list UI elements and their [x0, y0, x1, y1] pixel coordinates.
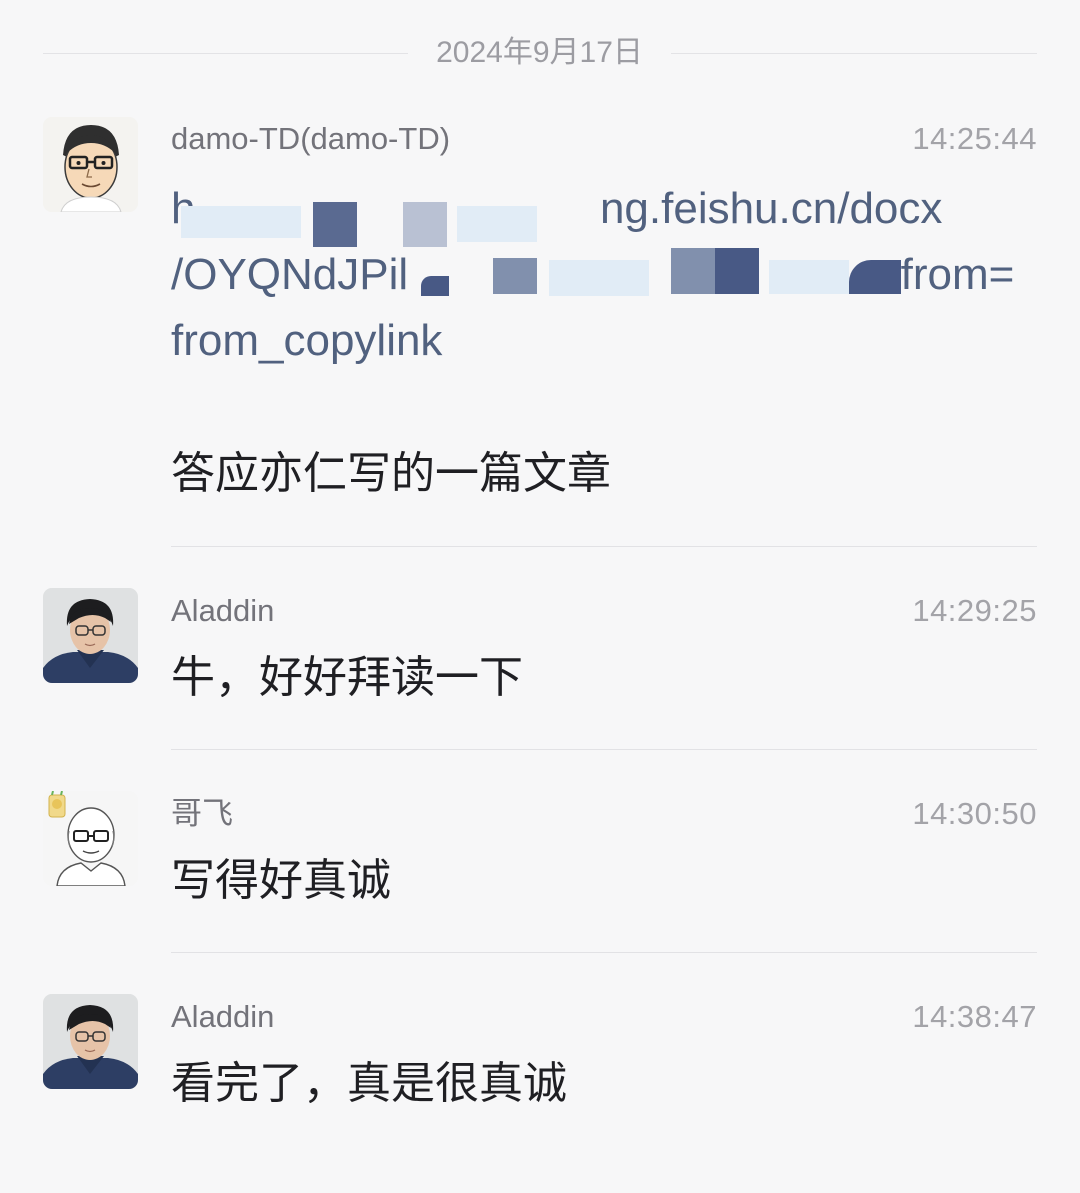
- link-fragment: ng.feishu.cn/docx: [599, 184, 943, 233]
- redaction-block: [457, 206, 537, 242]
- redaction-block: [671, 248, 715, 294]
- redaction-block: [849, 260, 901, 294]
- young-man-glasses-avatar: [43, 588, 138, 683]
- sender-name: Aladdin: [171, 999, 275, 1034]
- redaction-block: [313, 202, 357, 247]
- redaction-block: [421, 276, 449, 296]
- message-item: damo-TD(damo-TD) 14:25:44 h ng.feishu.cn…: [0, 0, 1080, 547]
- message-text: 答应亦仁写的一篇文章: [171, 449, 611, 498]
- sender-name: Aladdin: [171, 593, 275, 628]
- message-text: 牛，好好拜读一下: [171, 653, 523, 702]
- message-item: Aladdin 14:29:25 牛，好好拜读一下: [0, 547, 1080, 750]
- bald-man-glasses-avatar: [43, 791, 138, 886]
- message-text: 写得好真诚: [171, 856, 391, 905]
- redaction-block: [715, 248, 759, 294]
- message-item: Aladdin 14:38:47 看完了，真是很真诚: [0, 952, 1080, 1193]
- redaction-block: [181, 206, 301, 238]
- sender-name: 哥飞: [171, 796, 233, 831]
- message-time: 14:30:50: [912, 796, 1037, 831]
- avatar[interactable]: [43, 791, 138, 886]
- avatar[interactable]: [43, 588, 138, 683]
- cartoon-man-glasses-avatar: [43, 117, 138, 212]
- sender-name: damo-TD(damo-TD): [171, 121, 451, 156]
- redaction-block: [769, 260, 849, 294]
- link-fragment: /OYQNdJPil: [171, 250, 409, 299]
- redaction-block: [549, 260, 649, 296]
- message-time: 14:25:44: [912, 121, 1037, 156]
- message-text: 看完了，真是很真诚: [171, 1059, 567, 1108]
- redaction-block: [403, 202, 447, 247]
- redaction-block: [493, 258, 537, 294]
- shared-link[interactable]: h ng.feishu.cn/docx /OYQNdJPil from= fro…: [171, 176, 1037, 376]
- link-fragment: from=: [900, 250, 1015, 299]
- message-time: 14:38:47: [912, 999, 1037, 1034]
- message-time: 14:29:25: [912, 593, 1037, 628]
- avatar[interactable]: [43, 994, 138, 1089]
- young-man-glasses-avatar: [43, 994, 138, 1089]
- avatar[interactable]: [43, 117, 138, 212]
- link-fragment: from_copylink: [171, 316, 443, 365]
- link-line-3: from_copylink: [171, 308, 442, 374]
- message-item: 哥飞 14:30:50 写得好真诚: [0, 749, 1080, 953]
